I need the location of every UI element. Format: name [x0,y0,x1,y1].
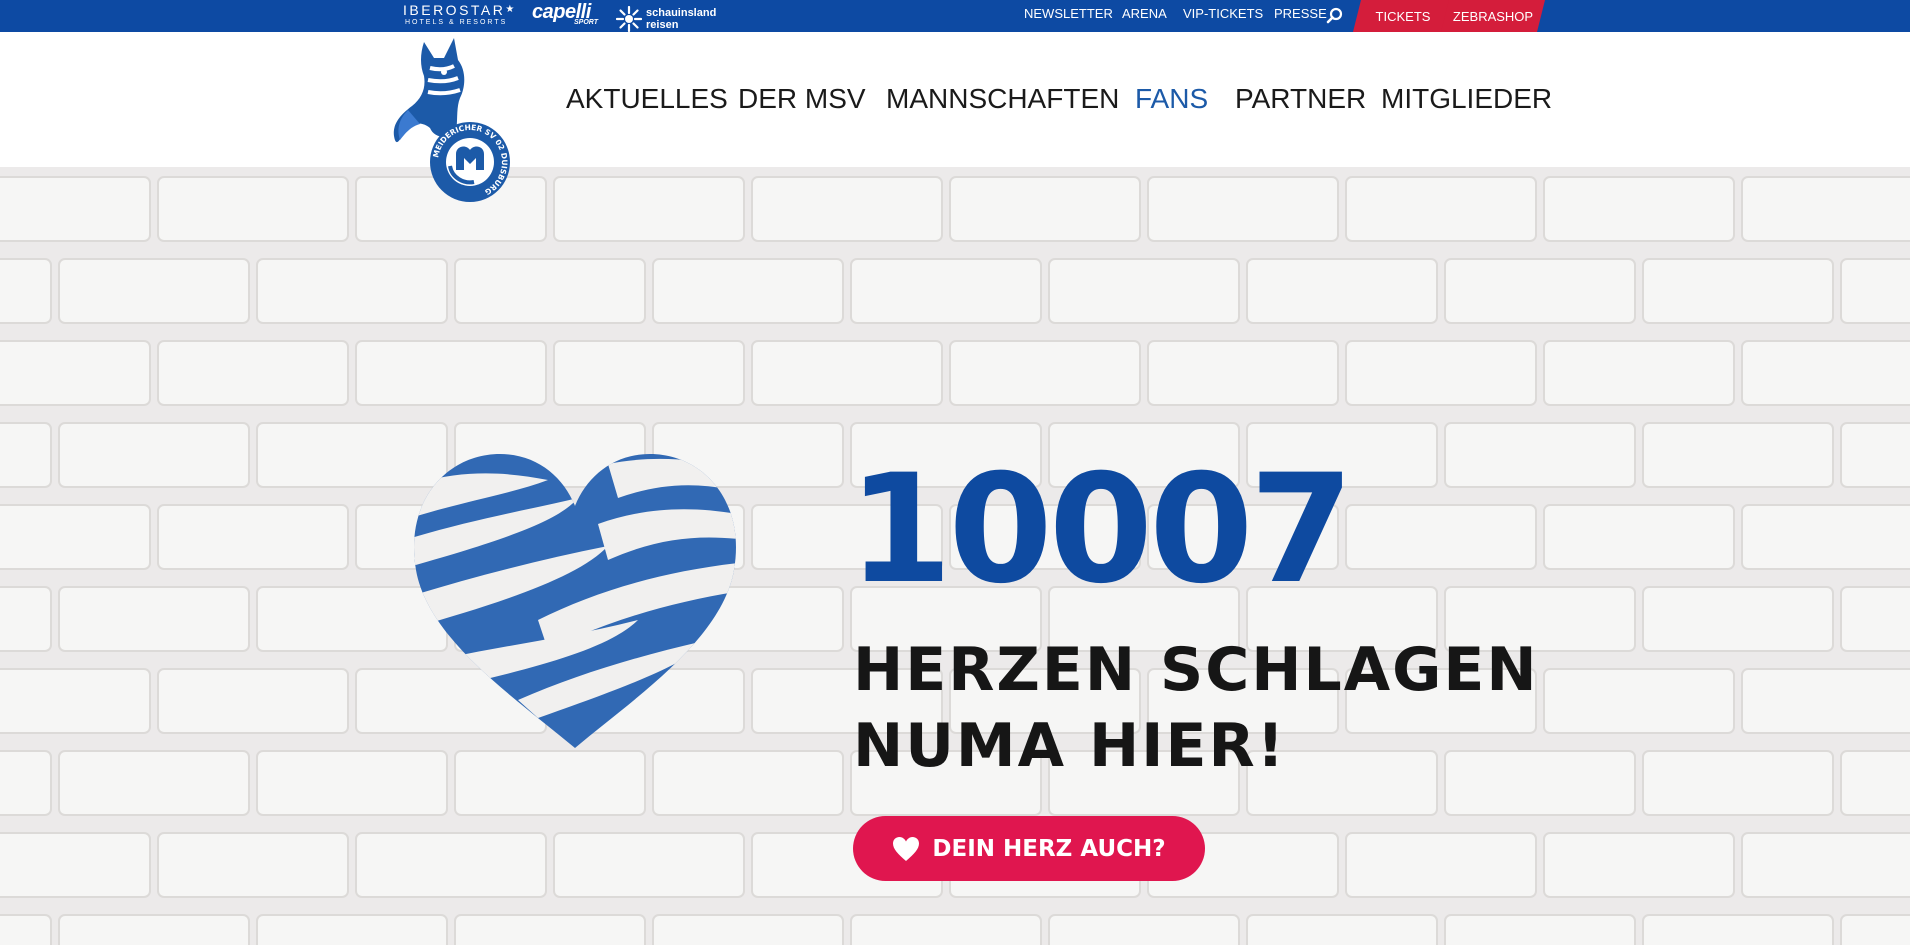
zebra-heart-icon [414,454,736,748]
star-icon: ★ [505,4,517,15]
heart-icon [893,836,920,861]
nav-fans[interactable]: FANS [1135,79,1208,119]
nav-mitglieder[interactable]: MITGLIEDER [1381,79,1552,119]
hero-tagline: HERZEN SCHLAGEN NUMA HIER! [853,632,1539,784]
toplink-arena[interactable]: ARENA [1122,0,1167,28]
search-icon[interactable] [1326,7,1344,25]
iberostar-name: IBEROSTAR [403,2,506,18]
sun-icon [616,6,642,32]
tab-tickets[interactable]: TICKETS [1353,0,1453,32]
nav-aktuelles[interactable]: AKTUELLES [566,79,728,119]
iberostar-logo[interactable]: IBEROSTAR★ HOTELS & RESORTS [403,2,517,34]
toplink-vip-tickets[interactable]: VIP-TICKETS [1183,0,1263,28]
schauinsland-line1: schauinsland [646,7,717,19]
top-bar: IBEROSTAR★ HOTELS & RESORTS capelli SPOR… [0,0,1910,32]
nav-der-msv[interactable]: DER MSV [738,79,866,119]
dein-herz-auch-button[interactable]: DEIN HERZ AUCH? [853,816,1205,881]
iberostar-sub: HOTELS & RESORTS [405,19,508,26]
msv-logo[interactable]: MEIDERICHER SV 02 DUISBURG [390,36,516,208]
schauinsland-logo[interactable]: schauinsland reisen [616,3,716,35]
toplink-newsletter[interactable]: NEWSLETTER [1024,0,1113,28]
schauinsland-line2: reisen [646,19,679,31]
tab-zebrashop[interactable]: ZEBRASHOP [1441,0,1545,32]
toplink-presse[interactable]: PRESSE [1274,0,1327,28]
main-header: AKTUELLES DER MSV MANNSCHAFTEN FANS PART… [0,32,1910,167]
cta-label: DEIN HERZ AUCH? [932,835,1166,862]
tagline-line-2: NUMA HIER! [853,711,1287,781]
nav-partner[interactable]: PARTNER [1235,79,1366,119]
tagline-line-1: HERZEN SCHLAGEN [853,635,1539,705]
heart-count: 10007 [848,443,1354,617]
nav-mannschaften[interactable]: MANNSCHAFTEN [886,79,1119,119]
capelli-sub: SPORT [574,19,598,26]
capelli-logo[interactable]: capelli SPORT [532,1,598,33]
